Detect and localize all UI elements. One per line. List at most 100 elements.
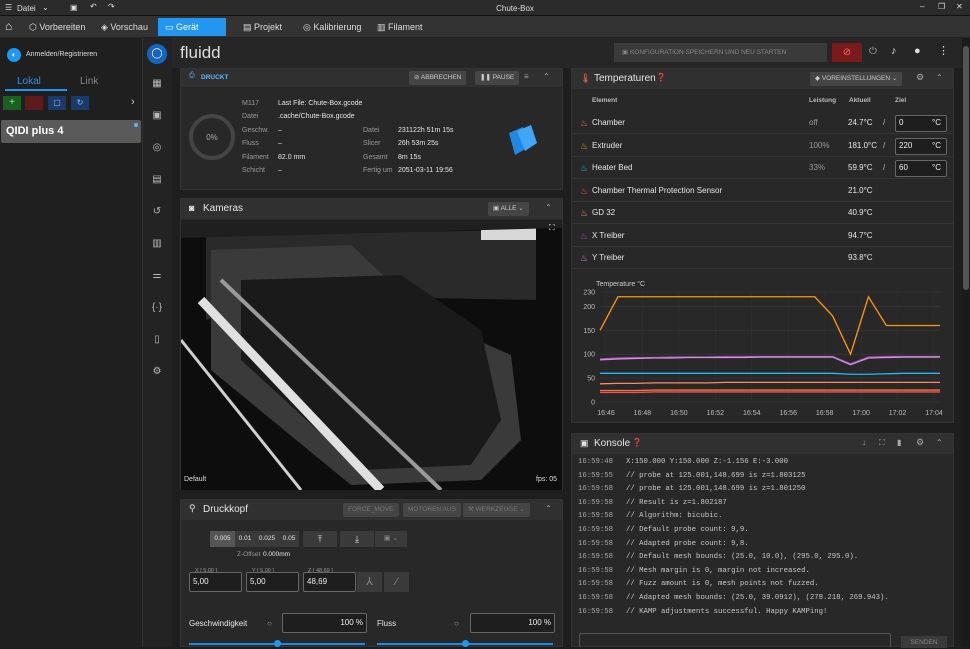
more-menu-icon[interactable]: ⋮ (938, 44, 949, 57)
collapse-icon[interactable]: ⌃ (543, 72, 550, 81)
send-button[interactable]: SENDEN (901, 636, 947, 648)
collapse-icon[interactable]: ⌃ (545, 203, 552, 212)
collapse-icon[interactable]: ⌃ (936, 73, 943, 82)
home-icon[interactable]: ⌂ (5, 19, 12, 33)
tab-projekt[interactable]: ▤ Projekt (236, 18, 289, 36)
tools-button[interactable]: ⚒ WERKZEUGE ⌄ (463, 503, 530, 517)
zoffset-down-button[interactable]: ⤓ (340, 531, 374, 547)
settings-icon[interactable]: ⚙ (148, 366, 166, 377)
expand-icon[interactable]: ⛶ (879, 438, 885, 448)
add-printer-button[interactable]: + (3, 96, 21, 110)
col-element: Element (592, 97, 617, 104)
camera-filter-button[interactable]: ▣ ALLE ⌄ (488, 202, 529, 216)
temp-target-input[interactable]: 60°C (895, 160, 947, 177)
chevron-right-icon[interactable]: › (131, 96, 135, 108)
stat-value: – (278, 167, 282, 174)
user-avatar-icon[interactable]: ◐ (7, 48, 21, 62)
help-icon[interactable]: ❓ (632, 438, 642, 447)
temp-target-input[interactable]: 0°C (895, 115, 947, 132)
temp-name: Chamber Thermal Protection Sensor (592, 186, 722, 195)
presets-button[interactable]: ◆ VOREINSTELLUNGEN ⌄ (810, 72, 902, 86)
tab-vorbereiten[interactable]: ⬡ Vorbereiten (22, 18, 92, 36)
console-message: // probe at 125.001,148.699 is z=1.80312… (626, 472, 806, 480)
help-icon[interactable]: ❓ (656, 73, 666, 82)
home-xyz-button[interactable]: ⅄ (357, 572, 382, 592)
tab-label: Projekt (254, 22, 282, 32)
power-icon[interactable]: ⏻ (869, 46, 877, 57)
chevron-down-icon[interactable]: ⌄ (42, 3, 49, 12)
files-icon[interactable]: ▤ (148, 174, 166, 185)
file-menu[interactable]: Datei (17, 4, 36, 13)
printer-list-item[interactable]: QIDI plus 4 (1, 120, 141, 143)
chart-y-tick: 200 (583, 304, 595, 311)
speed-reset-icon[interactable]: ○ (267, 619, 272, 628)
scroll-down-icon[interactable]: ↓ (862, 438, 866, 447)
save-restart-button[interactable]: ▣ KONFIGURATION SPEICHERN UND NEU STARTE… (614, 43, 827, 62)
motors-off-button[interactable]: MOTOREN AUS (403, 503, 461, 517)
jobs-icon[interactable]: ▥ (148, 238, 166, 249)
flow-reset-icon[interactable]: ○ (454, 619, 459, 628)
config-icon[interactable]: {·} (148, 302, 166, 313)
redo-icon[interactable]: ↷ (108, 2, 115, 11)
tab-link[interactable]: Link (80, 76, 98, 87)
console-input[interactable] (579, 633, 891, 647)
speed-slider-thumb[interactable] (274, 640, 281, 647)
trash-icon[interactable]: ▮ (897, 438, 901, 447)
fullscreen-icon[interactable]: ⛶ (549, 223, 555, 233)
flow-slider-thumb[interactable] (462, 640, 469, 647)
emergency-stop-button[interactable]: ⊘ (832, 43, 862, 62)
tab-kalibrierung[interactable]: ◎ Kalibrierung (296, 18, 368, 36)
gear-icon[interactable]: ⚙ (916, 437, 924, 448)
refresh-button[interactable]: ↻ (71, 96, 89, 110)
restore-icon[interactable]: ❐ (938, 2, 945, 11)
collapse-icon[interactable]: ⌃ (545, 504, 552, 513)
zoffset-step-0[interactable]: 0.005 (210, 531, 235, 547)
gear-icon[interactable]: ⚙ (916, 72, 924, 83)
temp-target-input[interactable]: 220°C (895, 138, 947, 155)
edit-printer-button[interactable]: ▢ (48, 96, 66, 110)
cancel-button[interactable]: ⊘ ABBRECHEN (409, 71, 466, 85)
console-icon[interactable]: ▣ (148, 110, 166, 121)
zoffset-step-1[interactable]: 0.01 (235, 531, 255, 547)
dashboard-icon[interactable]: ▦ (148, 78, 166, 89)
zoffset-step-2[interactable]: 0.025 (255, 531, 279, 547)
tab-vorschau[interactable]: ◈ Vorschau (94, 18, 155, 36)
filter-icon[interactable]: ≡ (524, 72, 529, 81)
system-icon[interactable]: ▯ (148, 334, 166, 345)
stat-label: Slicer (363, 140, 381, 147)
x-position-input[interactable]: 5,00 (189, 572, 242, 592)
save-icon[interactable]: ▣ (70, 3, 78, 12)
tab-local[interactable]: Lokal (17, 76, 41, 87)
relative-move-button[interactable]: ⁄ (384, 572, 409, 592)
zoffset-save-button[interactable]: ▣ ⌄ (375, 531, 407, 547)
bell-icon[interactable]: ♪ (891, 45, 897, 57)
camera-icon[interactable]: ◎ (148, 142, 166, 153)
page-scrollbar[interactable] (962, 38, 970, 647)
minimize-icon[interactable]: – (920, 2, 924, 11)
console-time: 16:59:58 (578, 580, 618, 588)
camera-stream[interactable]: Default fps: 05 ⛶ (181, 220, 562, 490)
collapse-icon[interactable]: ⌃ (936, 438, 943, 447)
undo-icon[interactable]: ↶ (90, 2, 97, 11)
force-move-button[interactable]: FORCE_MOVE (343, 503, 399, 517)
speed-input[interactable]: 100 % (282, 613, 367, 633)
y-position-input[interactable]: 5,00 (246, 572, 299, 592)
z-position-input[interactable]: 48,69 (303, 572, 356, 592)
tab-filament[interactable]: ▥ Filament (370, 18, 430, 36)
flow-input[interactable]: 100 % (470, 613, 555, 633)
heater-icon: ♨ (580, 118, 588, 129)
zoffset-up-button[interactable]: ⤒ (303, 531, 337, 547)
menu-icon[interactable]: ☰ (5, 3, 12, 12)
user-icon[interactable]: ● (914, 45, 921, 57)
close-icon[interactable]: ✕ (956, 2, 963, 11)
tab-label: Vorschau (110, 22, 148, 32)
chart-series-line (600, 373, 940, 374)
scrollbar-thumb[interactable] (963, 46, 969, 290)
login-link[interactable]: Anmelden/Registrieren (26, 51, 97, 58)
zoffset-step-3[interactable]: 0.05 (279, 531, 299, 547)
history-icon[interactable]: ↺ (148, 206, 166, 217)
tab-geraet[interactable]: ▭ Gerät (158, 18, 226, 36)
pause-button[interactable]: ❚❚ PAUSE (475, 71, 519, 85)
remove-printer-button[interactable] (25, 96, 43, 110)
tune-icon[interactable]: ⚌ (148, 270, 166, 281)
